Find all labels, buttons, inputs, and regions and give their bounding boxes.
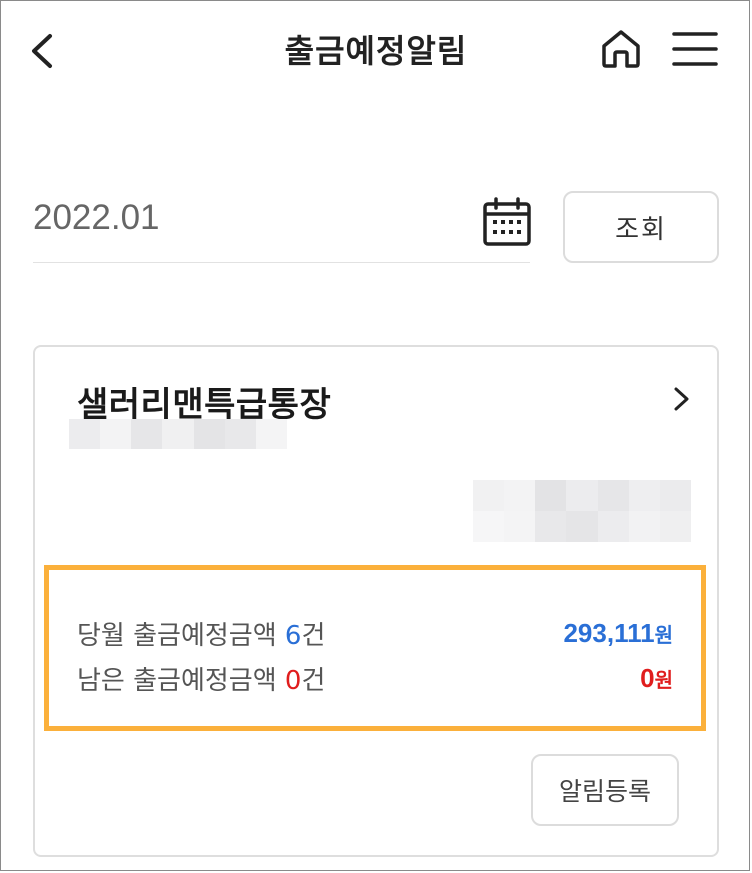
masked-balance [473, 480, 691, 542]
remaining-amount: 0원 [640, 663, 673, 694]
home-icon [602, 30, 640, 68]
calendar-icon [483, 197, 531, 246]
date-input[interactable]: 2022.01 [33, 190, 533, 263]
remaining-label: 남은 출금예정금액 0건 [77, 660, 325, 697]
this-month-count: 6 [284, 620, 302, 651]
remaining-row: 남은 출금예정금액 0건 0원 [77, 658, 673, 698]
register-alert-button[interactable]: 알림등록 [531, 754, 679, 826]
remaining-label-text: 남은 출금예정금액 [77, 665, 285, 696]
menu-button[interactable] [668, 28, 722, 72]
calendar-button[interactable] [481, 196, 533, 248]
remaining-count: 0 [284, 665, 302, 696]
masked-account-number [69, 419, 287, 449]
withdrawal-summary-box: 당월 출금예정금액 6건 293,111원 남은 출금예정금액 0건 0원 [44, 565, 706, 731]
top-bar: 출금예정알림 [0, 0, 752, 104]
chevron-right-icon [674, 387, 689, 411]
this-month-amount-unit: 원 [654, 622, 673, 647]
account-detail-button[interactable] [667, 383, 695, 415]
this-month-label: 당월 출금예정금액 6건 [77, 615, 325, 652]
this-month-amount: 293,111원 [563, 618, 673, 649]
remaining-amount-value: 0 [640, 662, 655, 693]
remaining-amount-unit: 원 [654, 667, 673, 692]
remaining-count-suffix: 건 [301, 665, 326, 696]
search-button[interactable]: 조회 [563, 191, 719, 263]
this-month-amount-value: 293,111 [563, 617, 655, 648]
hamburger-menu-icon [672, 32, 718, 66]
account-card: 샐러리맨특급통장 당월 출금예정금액 6건 293,111원 남은 출금예정금액… [33, 345, 719, 857]
this-month-count-suffix: 건 [301, 620, 326, 651]
home-button[interactable] [596, 24, 646, 72]
this-month-row: 당월 출금예정금액 6건 293,111원 [77, 613, 673, 653]
this-month-label-text: 당월 출금예정금액 [77, 620, 285, 651]
date-value: 2022.01 [33, 198, 160, 237]
